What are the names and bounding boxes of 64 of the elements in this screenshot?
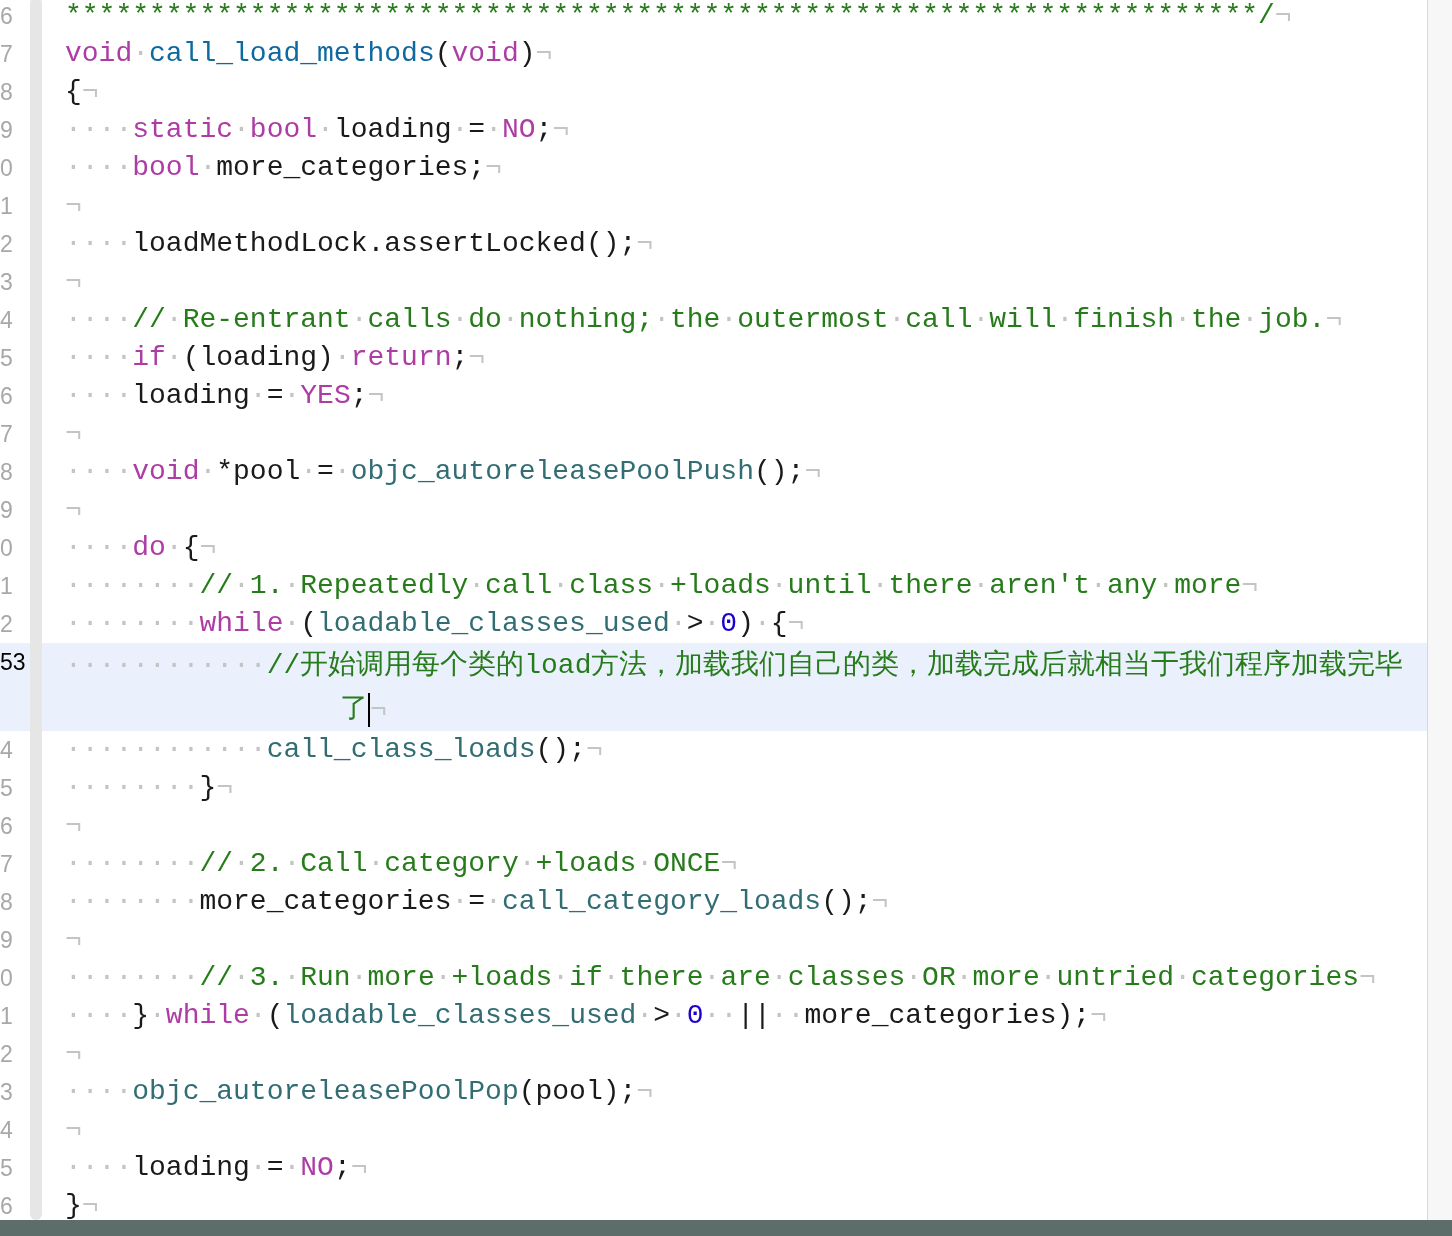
code-line: ····if·(loading)·return;¬ <box>65 341 486 375</box>
line-number: 0 <box>0 534 13 563</box>
code-line: ¬ <box>65 493 82 527</box>
line-number: 2 <box>0 230 13 259</box>
code-line: ¬ <box>65 189 82 223</box>
code-line: ¬ <box>65 809 82 843</box>
line-number: 2 <box>0 1040 13 1069</box>
line-number: 5 <box>0 1154 13 1183</box>
code-line: 了¬ <box>340 691 387 729</box>
line-number: 4 <box>0 306 13 335</box>
code-line: ············//开始调用每个类的load方法，加载我们自己的类，加载完成后就相当于我们程序加载完毕 <box>65 648 1404 683</box>
code-line: ····loadMethodLock.assertLocked();¬ <box>65 227 654 261</box>
line-number: 5 <box>0 774 13 803</box>
line-number: 3 <box>0 1078 13 1107</box>
code-line: ········//·3.·Run·more·+loads·if·there·are·classes·OR·more·untried·categories¬ <box>65 961 1376 995</box>
code-line: ¬ <box>65 1113 82 1147</box>
line-number: 0 <box>0 154 13 183</box>
code-line: ····do·{¬ <box>65 531 217 565</box>
code-line: ¬ <box>65 1037 82 1071</box>
line-number: 6 <box>0 382 13 411</box>
line-number: 5 <box>0 344 13 373</box>
line-number: 3 <box>0 268 13 297</box>
code-line: ········//·2.·Call·category·+loads·ONCE¬ <box>65 847 738 881</box>
line-number: 0 <box>0 964 13 993</box>
code-line: ····//·Re-entrant·calls·do·nothing;·the·outermost·call·will·finish·the·job.¬ <box>65 303 1343 337</box>
line-number: 1 <box>0 572 13 601</box>
line-number: 4 <box>0 736 13 765</box>
code-line: }¬ <box>65 1189 99 1220</box>
line-number: 6 <box>0 2 13 31</box>
code-line: ········more_categories·=·call_category_loads();¬ <box>65 885 889 919</box>
line-number: 8 <box>0 78 13 107</box>
code-line: ············call_class_loads();¬ <box>65 733 603 767</box>
code-line: ····loading·=·NO;¬ <box>65 1151 368 1185</box>
line-number: 7 <box>0 40 13 69</box>
line-number: 6 <box>0 812 13 841</box>
line-number: 8 <box>0 458 13 487</box>
line-number: 7 <box>0 420 13 449</box>
line-number: 9 <box>0 116 13 145</box>
text-caret <box>368 692 370 727</box>
code-line: ¬ <box>65 417 82 451</box>
code-line: ········while·(loadable_classes_used·>·0)·{¬ <box>65 607 805 641</box>
code-line: ····void·*pool·=·objc_autoreleasePoolPush();¬ <box>65 455 822 489</box>
line-number: 8 <box>0 888 13 917</box>
line-number: 1 <box>0 192 13 221</box>
line-number: 9 <box>0 926 13 955</box>
line-number: 6 <box>0 1192 13 1220</box>
line-number: 4 <box>0 1116 13 1145</box>
code-line: ····objc_autoreleasePoolPop(pool);¬ <box>65 1075 654 1109</box>
code-line: ***********************************************************************/¬ <box>65 0 1292 33</box>
code-line: ····loading·=·YES;¬ <box>65 379 385 413</box>
line-number: 7 <box>0 850 13 879</box>
line-number: 1 <box>0 1002 13 1031</box>
code-line: {¬ <box>65 75 99 109</box>
line-number: 9 <box>0 496 13 525</box>
line-number: 53 <box>0 648 26 677</box>
code-line: ¬ <box>65 923 82 957</box>
code-line: ¬ <box>65 265 82 299</box>
code-line: ····static·bool·loading·=·NO;¬ <box>65 113 570 147</box>
code-line: ····bool·more_categories;¬ <box>65 151 502 185</box>
code-line: ····}·while·(loadable_classes_used·>·0··||··more_categories);¬ <box>65 999 1107 1033</box>
code-line: ········//·1.·Repeatedly·call·class·+loads·until·there·aren't·any·more¬ <box>65 569 1259 603</box>
code-line: void·call_load_methods(void)¬ <box>65 37 553 71</box>
code-line: ········}¬ <box>65 771 234 805</box>
line-number: 2 <box>0 610 13 639</box>
